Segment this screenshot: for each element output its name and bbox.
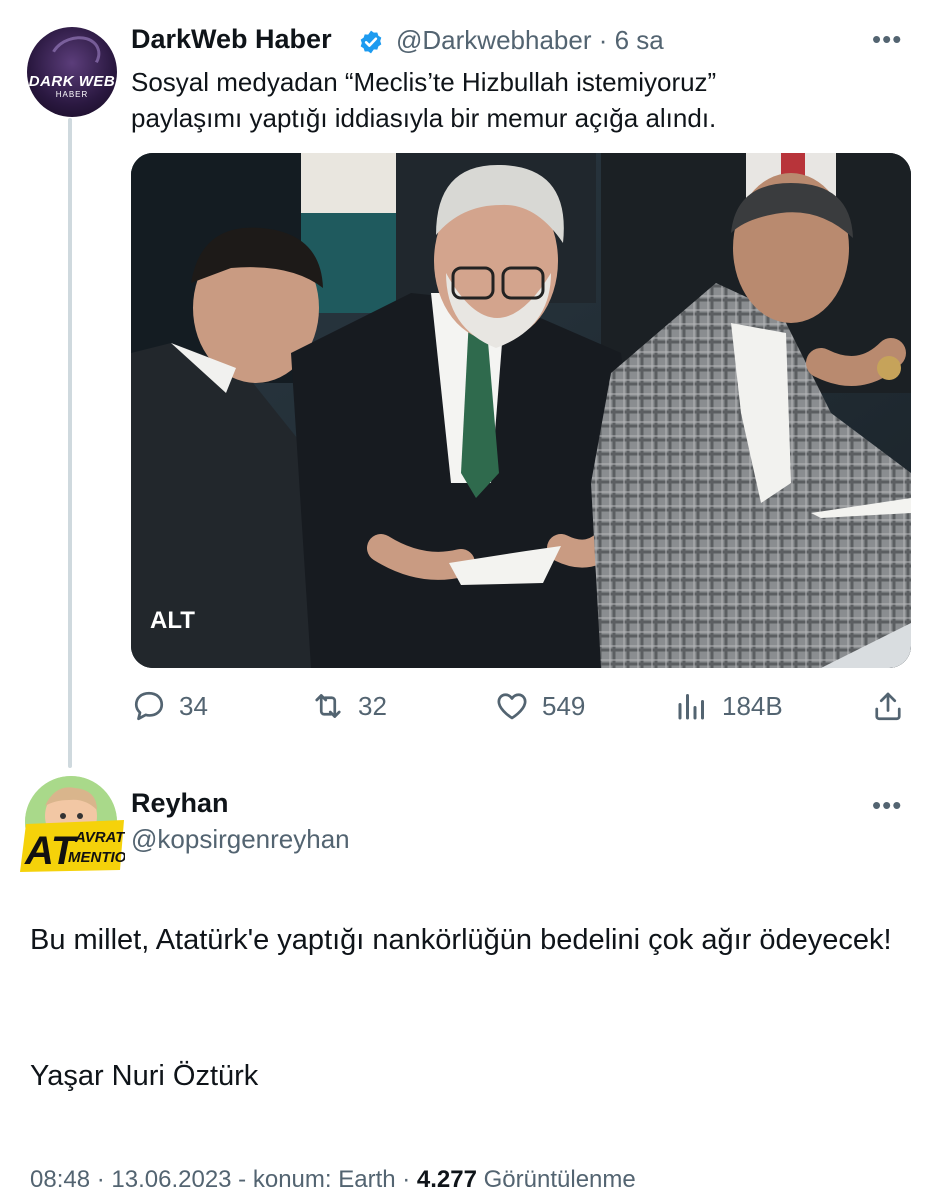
reply-icon [134, 691, 164, 721]
tweet-text-line: Sosyal medyadan “Meclis’te Hizbullah ist… [131, 67, 717, 97]
views-chart-icon [678, 694, 704, 720]
views-count: 184B [722, 690, 783, 721]
separator-space [477, 1166, 484, 1193]
avatar[interactable]: DARK WEB HABER [27, 27, 117, 117]
avatar-overlay-badge: AT AVRAT MENTION [20, 820, 125, 872]
retweet-icon [315, 694, 341, 718]
like-count: 549 [542, 690, 586, 721]
reply-button[interactable]: 34 [131, 686, 208, 726]
separator-dot: · [395, 1166, 417, 1193]
author-name[interactable]: Reyhan [131, 788, 229, 819]
separator-dot: · [591, 25, 615, 55]
alt-text-badge[interactable]: ALT [150, 607, 195, 635]
tweet-text: Sosyal medyadan “Meclis’te Hizbullah ist… [131, 64, 911, 136]
badge-text-small-top: AVRAT [74, 829, 125, 846]
separator-dot: · [90, 1166, 112, 1193]
tweet-timestamp[interactable]: 08:48 [30, 1166, 90, 1193]
thread-connector-line [68, 118, 72, 768]
reply-count: 34 [179, 690, 208, 721]
retweet-button[interactable]: 32 [310, 686, 387, 726]
author-name[interactable]: DarkWeb Haber [131, 24, 332, 55]
more-options-icon[interactable]: ••• [872, 790, 902, 821]
author-handle[interactable]: @Darkwebhaber [396, 25, 591, 55]
media-photo-illustration [131, 153, 911, 668]
tweet-location: konum: Earth [252, 1166, 396, 1193]
retweet-count: 32 [358, 690, 387, 721]
views-button[interactable]: 184B [674, 686, 783, 726]
views-label: Görüntülenme [483, 1166, 636, 1193]
views-count[interactable]: 4.277 [417, 1166, 477, 1193]
share-icon [875, 692, 901, 721]
like-button[interactable]: 549 [494, 686, 585, 726]
heart-icon [497, 693, 527, 720]
author-handle[interactable]: @kopsirgenreyhan [131, 824, 350, 855]
separator-dash: - [231, 1166, 253, 1193]
tweet-body: Bu millet, Atatürk'e yaptığı nankörlüğün… [30, 924, 892, 956]
tweet-body-signature: Yaşar Nuri Öztürk [30, 1060, 259, 1092]
tweet-time[interactable]: 6 sa [615, 25, 664, 55]
tweet-meta: 08:48 · 13.06.2023 - konum: Earth · 4.27… [30, 1166, 636, 1194]
share-button[interactable] [870, 686, 918, 726]
verified-badge-icon [360, 30, 382, 54]
tweet-text-line: paylaşımı yaptığı iddiasıyla bir memur a… [131, 103, 717, 133]
tweet-date[interactable]: 13.06.2023 [111, 1166, 231, 1193]
author-handle-and-time[interactable]: @Darkwebhaber · 6 sa [396, 25, 664, 56]
avatar-logo-text: DARK WEB [28, 73, 116, 90]
tweet-media-image[interactable] [131, 153, 911, 668]
avatar-logo-subtext: HABER [55, 90, 89, 99]
more-options-icon[interactable]: ••• [872, 24, 902, 55]
badge-text-small-bottom: MENTION [68, 849, 125, 866]
